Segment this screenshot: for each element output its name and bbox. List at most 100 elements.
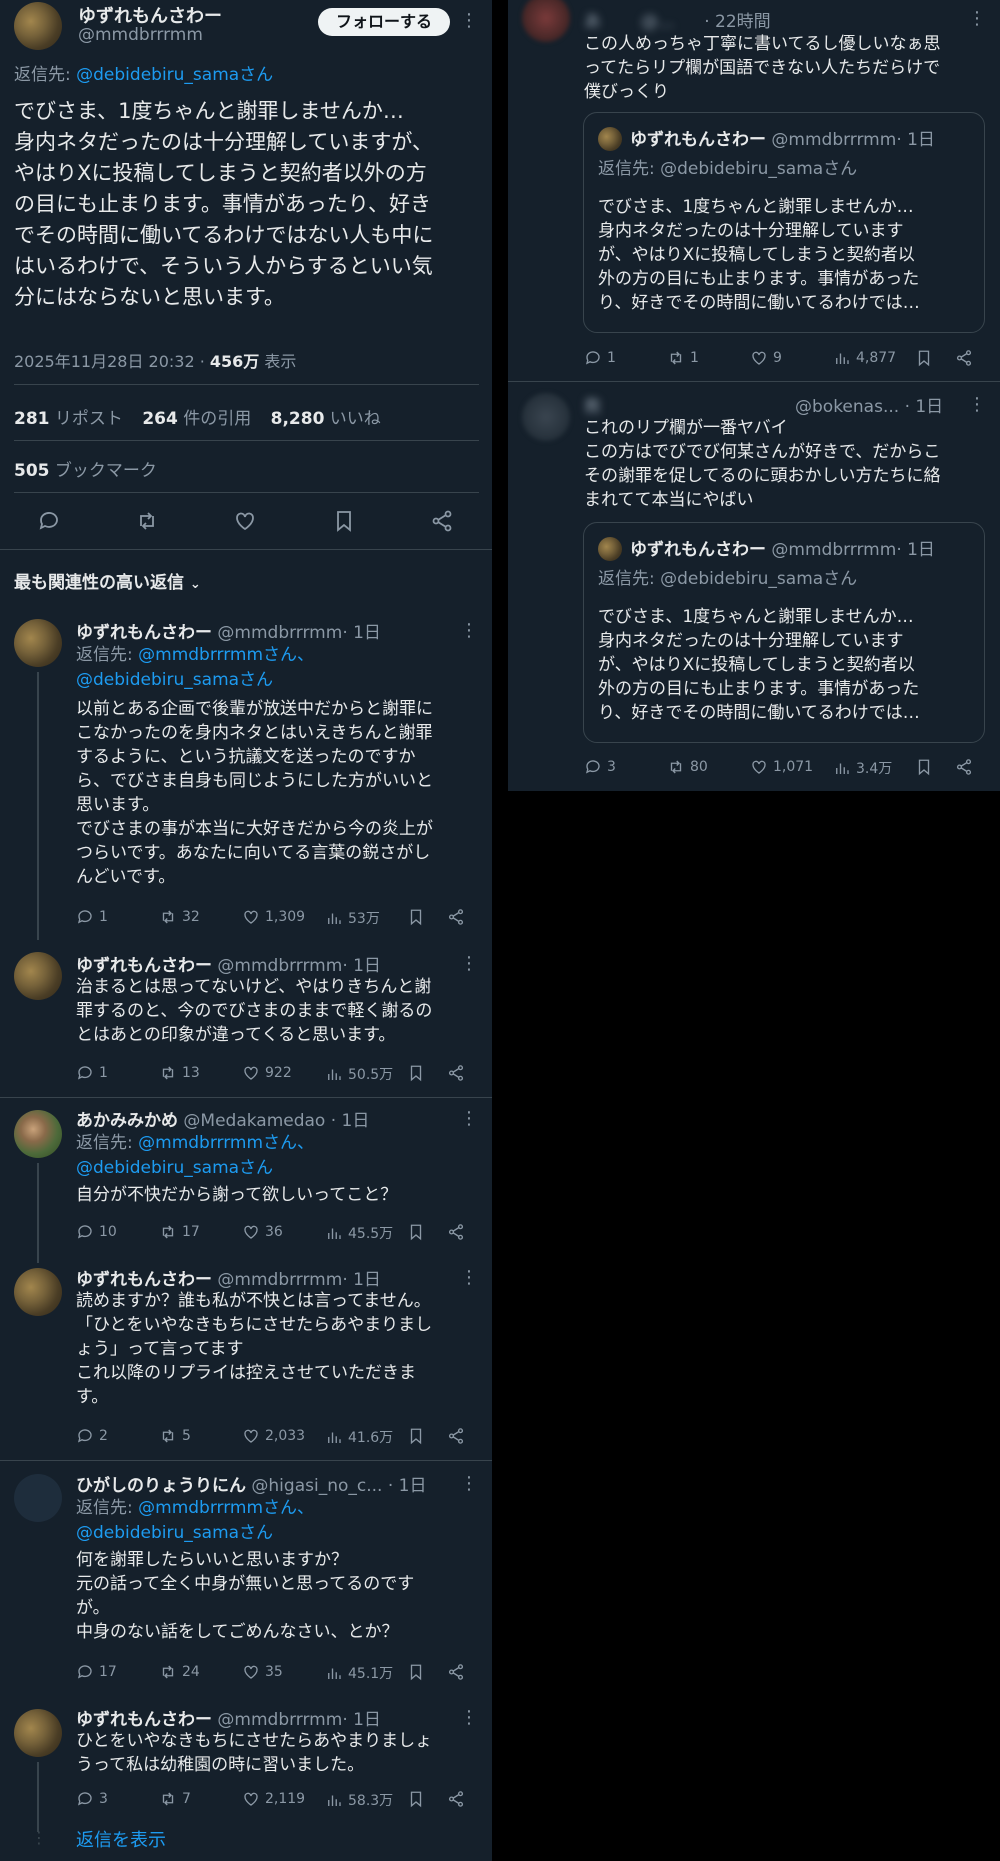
like-button[interactable]: 9 — [750, 349, 782, 367]
avatar[interactable] — [14, 1709, 62, 1757]
reply-icon — [585, 351, 600, 365]
avatar[interactable] — [14, 619, 62, 667]
views-button[interactable]: 3.4万 — [833, 758, 892, 778]
avatar[interactable] — [14, 2, 62, 50]
views-icon — [836, 763, 849, 774]
post-text: この人めっちゃ丁寧に書いてるし優しいなぁ思 ってたらリプ欄が国語できない人たちだ… — [584, 34, 941, 102]
share-icon[interactable] — [430, 509, 454, 533]
quote-header: ゆずれもんさわー @mmdbrrrmm· 1日 — [630, 540, 935, 560]
quote-header: ゆずれもんさわー @mmdbrrrmm· 1日 — [630, 130, 935, 150]
quote-stat[interactable]: 264 件の引用 — [142, 409, 251, 429]
repost-button[interactable]: 5 — [159, 1427, 191, 1445]
bookmark-button[interactable] — [407, 908, 425, 926]
more-icon[interactable]: ⋮ — [968, 10, 986, 28]
bookmark-button[interactable] — [407, 1790, 425, 1808]
share-button[interactable] — [447, 908, 465, 926]
view-label: 表示 — [259, 352, 297, 371]
repost-button[interactable]: 17 — [159, 1223, 200, 1241]
avatar[interactable] — [14, 952, 62, 1000]
bookmark-stat[interactable]: 505 ブックマーク — [14, 456, 157, 481]
share-button[interactable] — [955, 758, 973, 776]
share-button[interactable] — [447, 1064, 465, 1082]
share-button[interactable] — [447, 1790, 465, 1808]
views-button[interactable]: 50.5万 — [325, 1064, 393, 1084]
reply-sort-dropdown[interactable]: 最も関連性の高い返信 ⌄ — [14, 568, 201, 593]
repost-button[interactable]: 1 — [667, 349, 699, 367]
reply-button[interactable]: 3 — [76, 1790, 108, 1808]
like-icon[interactable] — [233, 509, 257, 533]
bookmark-icon[interactable] — [332, 509, 356, 533]
divider — [14, 384, 479, 385]
like-button[interactable]: 1,309 — [242, 908, 305, 926]
more-icon[interactable]: ⋮ — [460, 1269, 478, 1287]
avatar[interactable] — [522, 393, 570, 441]
repost-button[interactable]: 13 — [159, 1064, 200, 1082]
more-icon[interactable]: ⋮ — [460, 1475, 478, 1493]
like-button[interactable]: 2,033 — [242, 1427, 305, 1445]
like-button[interactable]: 922 — [242, 1064, 292, 1082]
bookmark-button[interactable] — [407, 1427, 425, 1445]
like-stat[interactable]: 8,280 いいね — [271, 409, 381, 429]
reply-to: 返信先: @debidebiru_samaさん — [598, 159, 858, 179]
reply-button[interactable]: 1 — [76, 1064, 108, 1082]
reply-icon — [77, 910, 92, 924]
bookmark-icon — [410, 1428, 422, 1445]
bookmark-button[interactable] — [915, 758, 933, 776]
repost-icon — [162, 1066, 174, 1080]
like-button[interactable]: 2,119 — [242, 1790, 305, 1808]
follow-button[interactable]: フォローする — [318, 8, 450, 36]
more-icon[interactable]: ⋮ — [460, 1709, 478, 1727]
like-button[interactable]: 35 — [242, 1663, 283, 1681]
reply-to: 返信先: @debidebiru_samaさん — [598, 569, 858, 589]
like-button[interactable]: 1,071 — [750, 758, 813, 776]
share-button[interactable] — [955, 349, 973, 367]
repost-icon[interactable] — [135, 509, 159, 533]
avatar[interactable] — [14, 1268, 62, 1316]
bookmark-button[interactable] — [915, 349, 933, 367]
share-button[interactable] — [447, 1427, 465, 1445]
reply-header: ゆずれもんさわー @mmdbrrrmm· 1日 — [76, 623, 381, 643]
views-button[interactable]: 53万 — [325, 908, 380, 928]
reply-button[interactable]: 3 — [584, 758, 616, 776]
more-icon[interactable]: ⋮ — [968, 396, 986, 414]
views-button[interactable]: 45.5万 — [325, 1223, 393, 1243]
repost-button[interactable]: 7 — [159, 1790, 191, 1808]
quoted-tweet[interactable]: ゆずれもんさわー @mmdbrrrmm· 1日 返信先: @debidebiru… — [583, 522, 985, 743]
share-icon — [448, 909, 464, 925]
share-button[interactable] — [447, 1663, 465, 1681]
share-icon — [448, 1428, 464, 1444]
more-icon[interactable]: ⋮ — [460, 1110, 478, 1128]
repost-button[interactable]: 24 — [159, 1663, 200, 1681]
repost-button[interactable]: 80 — [667, 758, 708, 776]
more-icon[interactable]: ⋮ — [460, 12, 478, 30]
author-handle[interactable]: @mmdbrrrmm — [78, 25, 203, 45]
quoted-tweet[interactable]: ゆずれもんさわー @mmdbrrrmm· 1日 返信先: @debidebiru… — [583, 112, 985, 333]
repost-stat[interactable]: 281 リポスト — [14, 409, 123, 429]
share-button[interactable] — [447, 1223, 465, 1241]
reply-to-link[interactable]: @debidebiru_samaさん — [76, 65, 273, 85]
reply-icon[interactable] — [37, 509, 61, 533]
more-icon[interactable]: ⋮ — [460, 955, 478, 973]
reply-button[interactable]: 1 — [584, 349, 616, 367]
more-icon[interactable]: ⋮ — [460, 622, 478, 640]
views-button[interactable]: 45.1万 — [325, 1663, 393, 1683]
avatar[interactable] — [14, 1110, 62, 1158]
show-replies-link[interactable]: 返信を表示 — [76, 1826, 166, 1852]
bookmark-button[interactable] — [407, 1663, 425, 1681]
tweet-meta: 2025年11月28日 20:32 · 456万 表示 — [14, 348, 296, 372]
reply-button[interactable]: 17 — [76, 1663, 117, 1681]
reply-header: ゆずれもんさわー @mmdbrrrmm· 1日 — [76, 1710, 381, 1730]
avatar[interactable] — [14, 1474, 62, 1522]
like-button[interactable]: 36 — [242, 1223, 283, 1241]
reply-button[interactable]: 1 — [76, 908, 108, 926]
views-button[interactable]: 4,877 — [833, 349, 896, 367]
repost-button[interactable]: 32 — [159, 908, 200, 926]
views-button[interactable]: 58.3万 — [325, 1790, 393, 1810]
bookmark-button[interactable] — [407, 1223, 425, 1241]
bookmark-button[interactable] — [407, 1064, 425, 1082]
tweet-date[interactable]: 2025年11月28日 20:32 · — [14, 352, 210, 371]
views-button[interactable]: 41.6万 — [325, 1427, 393, 1447]
avatar[interactable] — [522, 0, 570, 42]
reply-button[interactable]: 10 — [76, 1223, 117, 1241]
reply-button[interactable]: 2 — [76, 1427, 108, 1445]
